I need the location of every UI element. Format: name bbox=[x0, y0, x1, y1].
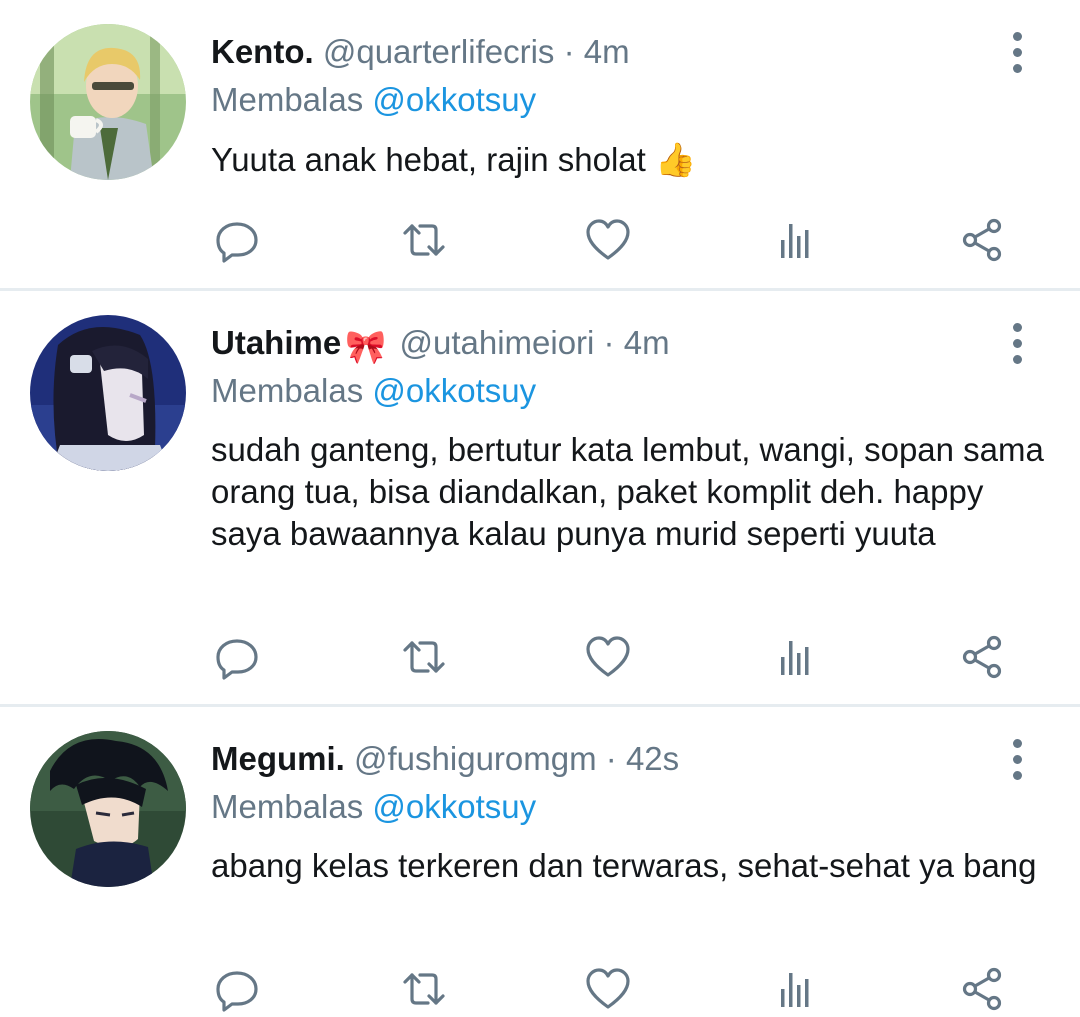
action-bar bbox=[0, 629, 1080, 685]
reply-mention-link[interactable]: @okkotsuy bbox=[372, 372, 536, 409]
tweet-header: Megumi. @fushiguromgm · 42s bbox=[211, 737, 679, 781]
more-icon[interactable] bbox=[1002, 737, 1032, 781]
analytics-icon[interactable] bbox=[767, 212, 823, 268]
reply-context: Membalas @okkotsuy bbox=[211, 785, 536, 829]
username[interactable]: @utahimeiori bbox=[399, 324, 594, 361]
more-icon[interactable] bbox=[1002, 30, 1032, 74]
action-bar bbox=[0, 212, 1080, 268]
reply-prefix: Membalas bbox=[211, 372, 364, 409]
retweet-icon[interactable] bbox=[396, 961, 452, 1017]
separator-dot: · bbox=[563, 33, 575, 70]
timestamp[interactable]: 4m bbox=[624, 324, 670, 361]
tweet-item[interactable]: Utahime 🎀 @utahimeiori · 4m Membalas @okk… bbox=[0, 291, 1080, 704]
separator-dot: · bbox=[603, 324, 615, 361]
tweet-text: sudah ganteng, bertutur kata lembut, wan… bbox=[211, 431, 1044, 552]
reply-mention-link[interactable]: @okkotsuy bbox=[372, 81, 536, 118]
username[interactable]: @quarterlifecris bbox=[323, 33, 555, 70]
avatar[interactable] bbox=[30, 315, 186, 471]
reply-prefix: Membalas bbox=[211, 81, 364, 118]
more-icon[interactable] bbox=[1002, 321, 1032, 365]
tweet-header: Utahime 🎀 @utahimeiori · 4m bbox=[211, 321, 670, 365]
reply-context: Membalas @okkotsuy bbox=[211, 78, 536, 122]
analytics-icon[interactable] bbox=[767, 961, 823, 1017]
like-icon[interactable] bbox=[580, 961, 636, 1017]
separator-dot: · bbox=[605, 740, 617, 777]
tweet-item[interactable]: Kento. @quarterlifecris · 4m Membalas @o… bbox=[0, 0, 1080, 288]
reply-mention-link[interactable]: @okkotsuy bbox=[372, 788, 536, 825]
tweet-header: Kento. @quarterlifecris · 4m bbox=[211, 30, 630, 74]
timestamp[interactable]: 42s bbox=[626, 740, 679, 777]
reply-context: Membalas @okkotsuy bbox=[211, 369, 536, 413]
reply-icon[interactable] bbox=[209, 212, 265, 268]
tweet-text: abang kelas terkeren dan terwaras, sehat… bbox=[211, 847, 1037, 884]
share-icon[interactable] bbox=[954, 629, 1010, 685]
reply-prefix: Membalas bbox=[211, 788, 364, 825]
avatar[interactable] bbox=[30, 731, 186, 887]
display-name[interactable]: Kento. bbox=[211, 33, 314, 70]
tweet-item[interactable]: Megumi. @fushiguromgm · 42s Membalas @ok… bbox=[0, 707, 1080, 1012]
like-icon[interactable] bbox=[580, 629, 636, 685]
reply-icon[interactable] bbox=[209, 629, 265, 685]
display-name[interactable]: Megumi. bbox=[211, 740, 345, 777]
reply-icon[interactable] bbox=[209, 961, 265, 1017]
tweet-text: Yuuta anak hebat, rajin sholat 👍 bbox=[211, 141, 697, 178]
like-icon[interactable] bbox=[580, 212, 636, 268]
analytics-icon[interactable] bbox=[767, 629, 823, 685]
share-icon[interactable] bbox=[954, 961, 1010, 1017]
retweet-icon[interactable] bbox=[396, 212, 452, 268]
action-bar bbox=[0, 961, 1080, 1017]
avatar[interactable] bbox=[30, 24, 186, 180]
ribbon-emoji: 🎀 bbox=[345, 328, 387, 365]
retweet-icon[interactable] bbox=[396, 629, 452, 685]
username[interactable]: @fushiguromgm bbox=[354, 740, 597, 777]
display-name[interactable]: Utahime bbox=[211, 324, 341, 361]
timestamp[interactable]: 4m bbox=[584, 33, 630, 70]
share-icon[interactable] bbox=[954, 212, 1010, 268]
